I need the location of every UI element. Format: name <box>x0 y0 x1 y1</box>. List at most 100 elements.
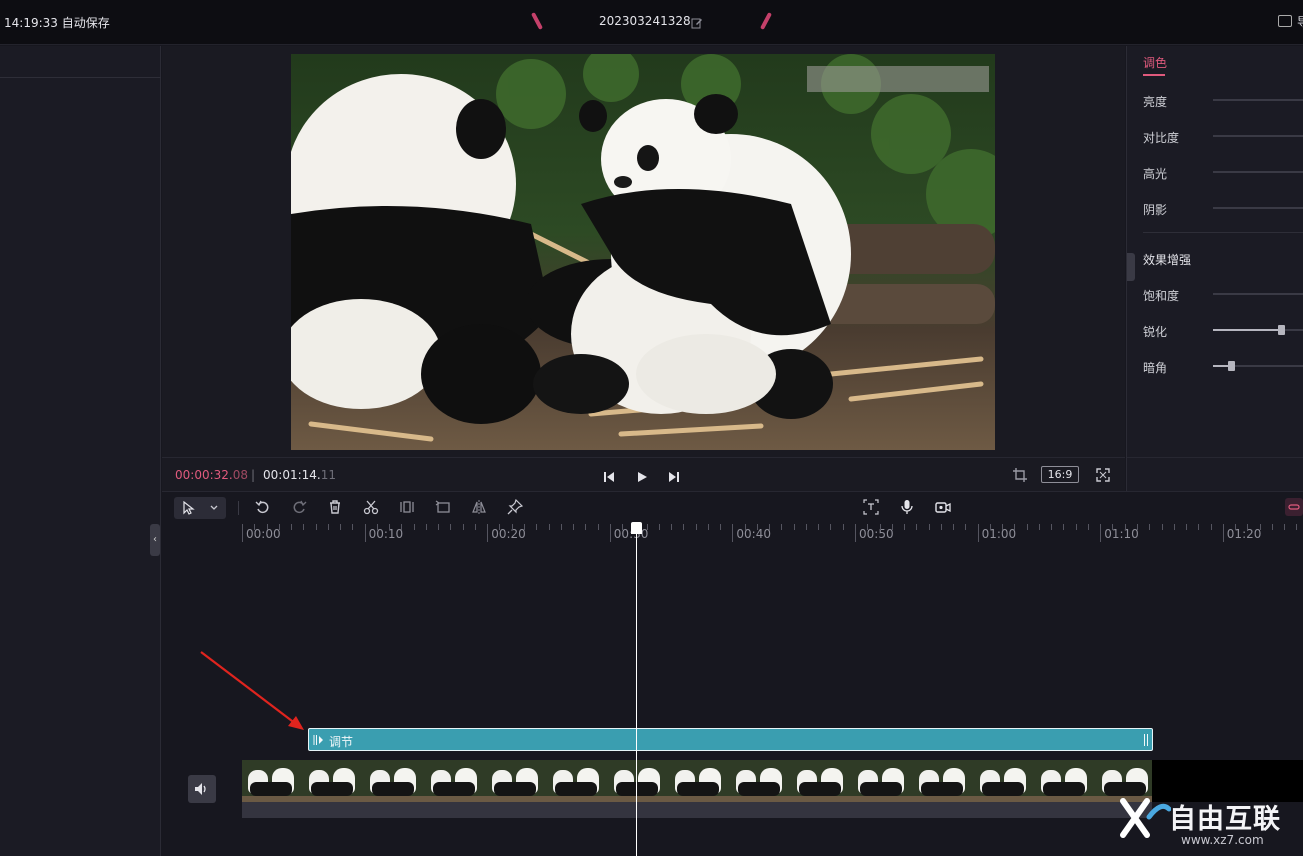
ruler-minor-tick <box>352 524 354 530</box>
crop-icon[interactable] <box>1013 467 1027 486</box>
tab-color[interactable]: 调色 <box>1143 54 1167 71</box>
ruler-minor-tick <box>756 524 758 530</box>
brightness-slider[interactable] <box>1213 99 1303 101</box>
thumbnail-shape <box>242 796 303 802</box>
ruler-tick-label: 00:50 <box>859 527 894 541</box>
ruler-minor-tick <box>671 524 673 530</box>
vignette-slider-knob[interactable] <box>1228 361 1236 371</box>
camera-record-icon[interactable] <box>934 499 951 516</box>
ruler-minor-tick <box>278 524 280 530</box>
ruler-tick-label: 01:20 <box>1226 527 1262 541</box>
ruler-minor-tick <box>254 524 256 530</box>
ruler-minor-tick <box>830 524 832 530</box>
ruler-tick-label: 00:10 <box>368 527 404 541</box>
time-ruler[interactable]: 00:00 00:10 00:20 00:30 00:40 00:50 01:00 01:10… <box>162 522 1303 546</box>
thumbnail-shape <box>425 796 486 802</box>
export-label[interactable]: 导 <box>1297 13 1303 30</box>
ruler-minor-tick <box>291 524 293 530</box>
freeze-frame-icon[interactable] <box>398 499 415 516</box>
ruler-minor-tick <box>1026 524 1028 530</box>
edit-title-icon[interactable] <box>691 14 703 29</box>
play-button[interactable] <box>636 468 648 487</box>
export-icon[interactable] <box>1278 15 1292 27</box>
video-track[interactable] <box>242 760 1152 818</box>
ruler-minor-tick <box>1051 524 1053 530</box>
ruler-minor-tick <box>1124 524 1126 530</box>
video-clip-filmstrip[interactable] <box>242 760 1152 802</box>
current-time: 00:00:32.08 <box>175 468 248 482</box>
undo-icon[interactable] <box>254 499 271 516</box>
tab-indicator <box>1143 74 1165 76</box>
ruler-minor-tick <box>389 524 391 530</box>
ruler-minor-tick <box>744 524 746 530</box>
playhead[interactable] <box>636 528 637 856</box>
ruler-minor-tick <box>1014 524 1016 530</box>
aspect-ratio-button[interactable]: 16:9 <box>1041 466 1079 483</box>
split-icon[interactable] <box>362 499 379 516</box>
delete-icon[interactable] <box>326 499 343 516</box>
ruler-minor-tick <box>1235 524 1237 530</box>
track-mute-button[interactable] <box>188 775 216 803</box>
ruler-minor-tick <box>1002 524 1004 530</box>
filmstrip-thumbnail <box>974 760 1035 802</box>
panel-collapse-handle[interactable] <box>1127 253 1135 281</box>
ruler-tick-label: 00:40 <box>736 527 771 541</box>
reverse-icon[interactable] <box>434 499 451 516</box>
thumbnail-shape <box>799 782 841 796</box>
ruler-minor-tick <box>720 524 722 530</box>
vignette-label: 暗角 <box>1143 361 1168 375</box>
thumbnail-shape <box>738 782 780 796</box>
contrast-slider[interactable] <box>1213 135 1303 137</box>
adjustment-clip-handle-right[interactable] <box>1144 734 1148 746</box>
sharpen-slider[interactable] <box>1213 325 1303 335</box>
adjustment-clip-handle-left <box>313 735 323 745</box>
thumbnail-shape <box>494 782 536 796</box>
ruler-tick-label: 00:20 <box>491 527 526 541</box>
ruler-minor-tick <box>1296 524 1298 530</box>
ruler-minor-tick <box>1271 524 1273 530</box>
ruler-major-tick <box>732 524 734 542</box>
autosave-status: 14:19:33 自动保存 <box>4 16 110 30</box>
ruler-minor-tick <box>1284 524 1286 530</box>
ruler-minor-tick <box>499 524 501 530</box>
ruler-minor-tick <box>879 524 881 530</box>
timeline-link-toggle[interactable] <box>1285 498 1303 516</box>
ruler-minor-tick <box>781 524 783 530</box>
ruler-minor-tick <box>548 524 550 530</box>
project-title[interactable]: 202303241328 <box>599 14 691 28</box>
redo-icon[interactable] <box>290 499 307 516</box>
toolbar-divider <box>238 501 239 515</box>
sharpen-label: 锐化 <box>1143 325 1168 339</box>
thumbnail-shape <box>730 796 791 802</box>
thumbnail-shape <box>372 782 414 796</box>
ruler-minor-tick <box>1247 524 1249 530</box>
ruler-minor-tick <box>401 524 403 530</box>
highlight-label: 高光 <box>1143 167 1168 181</box>
adjustment-clip-label: 调节 <box>329 735 354 749</box>
pin-icon[interactable] <box>506 498 523 516</box>
text-recognition-icon[interactable] <box>862 499 879 516</box>
adjustment-clip[interactable]: 调节 <box>308 728 1153 751</box>
fullscreen-icon[interactable] <box>1096 467 1110 486</box>
sharpen-slider-knob[interactable] <box>1278 325 1286 335</box>
shadow-slider[interactable] <box>1213 207 1303 209</box>
thumbnail-shape <box>486 796 547 802</box>
previous-frame-button[interactable] <box>603 468 615 487</box>
mirror-icon[interactable] <box>470 499 487 516</box>
microphone-icon[interactable] <box>898 499 915 516</box>
select-tool-dropdown[interactable] <box>174 497 226 519</box>
site-watermark: 自由互联 www.xz7.com <box>1117 793 1303 856</box>
next-frame-button[interactable] <box>668 468 680 487</box>
thumbnail-shape <box>616 782 658 796</box>
playhead-handle[interactable] <box>631 522 642 534</box>
ruler-minor-tick <box>940 524 942 530</box>
highlight-slider[interactable] <box>1213 171 1303 173</box>
saturation-slider[interactable] <box>1213 293 1303 295</box>
ruler-minor-tick <box>450 524 452 530</box>
filmstrip-thumbnail <box>1035 760 1096 802</box>
ruler-minor-tick <box>1087 524 1089 530</box>
thumbnail-shape <box>303 796 364 802</box>
video-preview[interactable] <box>291 54 995 450</box>
left-panel-collapse-button[interactable]: ‹ <box>150 524 160 556</box>
vignette-slider[interactable] <box>1213 361 1303 371</box>
